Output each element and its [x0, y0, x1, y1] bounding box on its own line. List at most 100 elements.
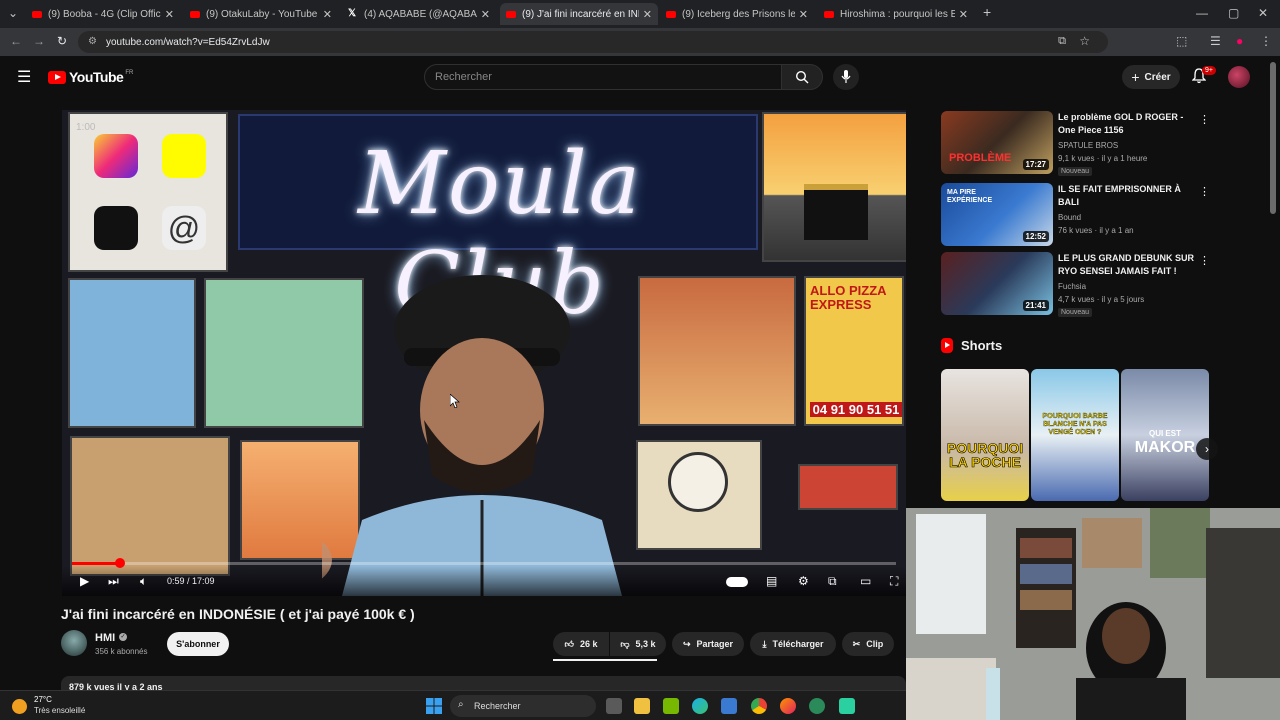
profile-icon[interactable]: ●: [1236, 34, 1243, 48]
recommendation-item[interactable]: MA PIRE EXPÉRIENCE 12:52 IL SE FAIT EMPR…: [941, 183, 1211, 249]
more-actions-icon[interactable]: ⋮: [1199, 113, 1210, 126]
account-avatar[interactable]: [1228, 66, 1250, 88]
reload-icon[interactable]: ↻: [57, 34, 67, 48]
fullscreen-icon[interactable]: ⛶: [890, 574, 898, 589]
task-view-icon[interactable]: [606, 698, 622, 714]
tab-x-aqababe[interactable]: 𝕏 (4) AQABABE (@AQABABE_) / X ✕: [342, 3, 496, 25]
short-item[interactable]: QUI EST MAKOR: [1121, 369, 1209, 501]
thumbnail-overlay-text: PROBLÈME: [949, 152, 1012, 164]
taskbar-search[interactable]: ⌕ Rechercher: [450, 695, 596, 717]
tab-iceberg[interactable]: (9) Iceberg des Prisons les Plus ✕: [660, 3, 814, 25]
share-button[interactable]: ↪ Partager: [672, 632, 744, 656]
taskbar-search-label: Rechercher: [474, 701, 521, 711]
tab-otakulaby[interactable]: (9) OtakuLaby - YouTube ✕: [184, 3, 338, 25]
short-item[interactable]: POURQUOI BARBE BLANCHE N'A PAS VENGÉ ODE…: [1031, 369, 1119, 501]
browser-menu-icon[interactable]: ⋮: [1260, 34, 1272, 48]
dislike-button[interactable]: 👎︎ 5,3 k: [610, 632, 666, 656]
short-item[interactable]: POURQUOI LA POCHE: [941, 369, 1029, 501]
close-icon[interactable]: ✕: [799, 8, 808, 21]
recommendation-thumbnail[interactable]: 21:41: [941, 252, 1053, 315]
app-icon[interactable]: [809, 698, 825, 714]
settings-gear-icon[interactable]: ⚙: [798, 574, 809, 588]
bookmark-star-icon[interactable]: ☆: [1079, 34, 1090, 48]
subtitles-icon[interactable]: ▤: [766, 574, 777, 588]
tab-search-icon[interactable]: ⌄: [8, 6, 18, 20]
reading-list-icon[interactable]: ☰: [1210, 34, 1221, 48]
play-icon[interactable]: ▶: [80, 574, 89, 588]
edge-browser-icon[interactable]: [692, 698, 708, 714]
recommendation-title[interactable]: LE PLUS GRAND DEBUNK SUR RYO SENSEI JAMA…: [1058, 252, 1196, 278]
more-actions-icon[interactable]: ⋮: [1199, 254, 1210, 267]
close-icon[interactable]: ✕: [165, 8, 174, 21]
site-info-icon[interactable]: ⚙: [88, 36, 97, 47]
create-button[interactable]: + Créer: [1122, 65, 1180, 89]
voice-search-button[interactable]: [833, 64, 859, 90]
forward-icon[interactable]: →: [33, 34, 45, 48]
video-duration: 17:27: [1022, 159, 1049, 170]
close-icon[interactable]: ✕: [643, 8, 652, 21]
search-input[interactable]: Rechercher: [424, 64, 782, 90]
file-explorer-icon[interactable]: [634, 698, 650, 714]
next-icon[interactable]: ⏭: [108, 574, 119, 589]
webcam-overlay: [906, 508, 1280, 720]
plus-icon: +: [1131, 69, 1140, 85]
more-actions-icon[interactable]: ⋮: [1199, 185, 1210, 198]
new-tab-icon[interactable]: +: [983, 4, 991, 20]
autoplay-toggle[interactable]: [726, 577, 748, 587]
recommendation-channel[interactable]: Fuchsia: [1058, 282, 1086, 291]
share-arrow-icon: ↪: [682, 638, 691, 649]
subscribe-button[interactable]: S'abonner: [167, 632, 229, 656]
tab-current-video[interactable]: (9) J'ai fini incarcéré en IND ✕: [500, 3, 658, 25]
channel-name[interactable]: HMI: [95, 632, 115, 644]
search-button[interactable]: [781, 64, 823, 90]
window-close-icon[interactable]: ✕: [1258, 6, 1268, 20]
progress-bar[interactable]: [72, 558, 896, 568]
video-player[interactable]: @ ALLO PIZZA EXPRESS 04 91 90 51 51 Moul…: [62, 110, 906, 596]
recommendation-item[interactable]: 21:41 LE PLUS GRAND DEBUNK SUR RYO SENSE…: [941, 252, 1211, 318]
recommendation-channel[interactable]: SPATULE BROS: [1058, 141, 1118, 150]
close-icon[interactable]: ✕: [481, 8, 490, 21]
chat-app-icon[interactable]: [839, 698, 855, 714]
channel-avatar[interactable]: [61, 630, 87, 656]
minimize-icon[interactable]: —: [1196, 6, 1208, 20]
tab-title: (9) J'ai fini incarcéré en IND: [522, 8, 639, 20]
microsoft-store-icon[interactable]: [721, 698, 737, 714]
back-icon[interactable]: ←: [10, 34, 22, 48]
firefox-icon[interactable]: [780, 698, 796, 714]
miniplayer-icon[interactable]: ⧉: [828, 574, 837, 589]
recommendation-thumbnail[interactable]: MA PIRE EXPÉRIENCE 12:52: [941, 183, 1053, 246]
recommendation-item[interactable]: PROBLÈME 17:27 Le problème GOL D ROGER -…: [941, 111, 1211, 177]
volume-icon[interactable]: 🔈︎: [140, 574, 147, 589]
like-button[interactable]: 👍︎ 26 k: [553, 632, 609, 656]
hamburger-menu-icon[interactable]: ☰: [17, 67, 31, 87]
address-bar[interactable]: ⚙ youtube.com/watch?v=Ed54ZrvLdJw ⧉ ☆: [78, 31, 1108, 53]
theater-mode-icon[interactable]: ▭: [860, 574, 871, 588]
time-display: 0:59 / 17:09: [167, 576, 215, 586]
maximize-icon[interactable]: ▢: [1228, 6, 1239, 20]
new-badge: Nouveau: [1058, 308, 1093, 317]
page-scrollbar[interactable]: [1270, 62, 1276, 214]
download-button[interactable]: ⤓ Télécharger: [750, 632, 836, 656]
chrome-icon[interactable]: [751, 698, 767, 714]
windows-logo-icon: [426, 698, 442, 714]
cast-icon[interactable]: ⧉: [1058, 35, 1066, 48]
recommendation-thumbnail[interactable]: PROBLÈME 17:27: [941, 111, 1053, 174]
recommendation-channel[interactable]: Bound: [1058, 213, 1081, 222]
windows-start-icon[interactable]: [426, 698, 442, 714]
extensions-icon[interactable]: ⬚: [1176, 34, 1187, 48]
nvidia-icon[interactable]: [663, 698, 679, 714]
streamer-figure: [322, 275, 622, 596]
recommendation-title[interactable]: IL SE FAIT EMPRISONNER À BALI: [1058, 183, 1196, 209]
shorts-next-chevron-icon[interactable]: ›: [1196, 438, 1218, 460]
close-icon[interactable]: ✕: [323, 8, 332, 21]
recommendation-title[interactable]: Le problème GOL D ROGER - One Piece 1156: [1058, 111, 1196, 137]
clip-button[interactable]: ✂ Clip: [842, 632, 894, 656]
short-caption-top: QUI EST: [1148, 429, 1181, 438]
weather-description: Très ensoleillé: [34, 706, 86, 715]
close-icon[interactable]: ✕: [959, 8, 968, 21]
tab-booba[interactable]: (9) Booba - 4G (Clip Officiel) - Y ✕: [26, 3, 180, 25]
video-title: J'ai fini incarcéré en INDONÉSIE ( et j'…: [61, 606, 415, 622]
tab-hiroshima[interactable]: Hiroshima : pourquoi les Etats ✕: [818, 3, 974, 25]
youtube-logo[interactable]: YouTube FR: [48, 69, 133, 85]
weather-sun-icon[interactable]: [12, 699, 27, 714]
